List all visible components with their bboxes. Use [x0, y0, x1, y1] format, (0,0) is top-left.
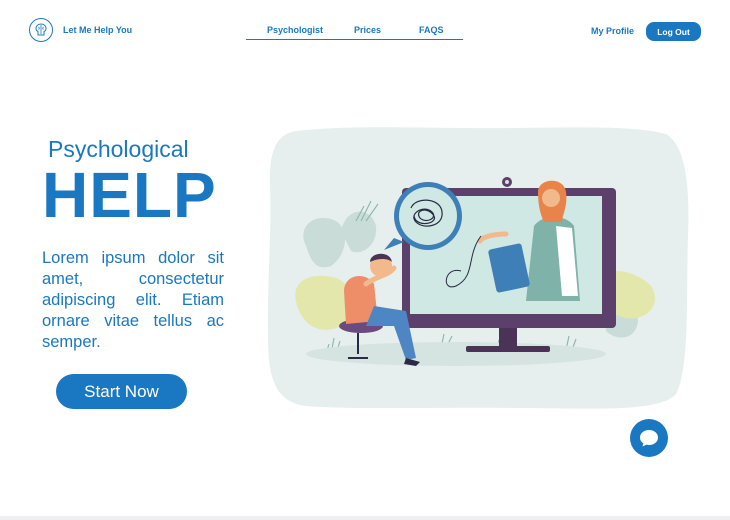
brand-name[interactable]: Let Me Help You — [63, 25, 132, 35]
log-out-button[interactable]: Log Out — [646, 22, 701, 41]
brain-icon[interactable] — [29, 18, 53, 42]
main-nav: Psychologist Prices FAQS — [246, 24, 463, 40]
chat-bubble-icon[interactable] — [630, 419, 668, 457]
page-bottom-edge — [0, 516, 730, 520]
nav-faqs[interactable]: FAQS — [419, 25, 444, 35]
my-profile-link[interactable]: My Profile — [591, 26, 634, 36]
start-now-button[interactable]: Start Now — [56, 374, 187, 409]
nav-psychologist[interactable]: Psychologist — [267, 25, 323, 35]
hero-title: HELP — [42, 159, 217, 231]
top-bar: Let Me Help You Psychologist Prices FAQS… — [0, 0, 730, 62]
hero-description: Lorem ipsum dolor sit amet, consectetur … — [42, 249, 224, 351]
nav-prices[interactable]: Prices — [354, 25, 381, 35]
therapy-illustration — [267, 127, 689, 409]
